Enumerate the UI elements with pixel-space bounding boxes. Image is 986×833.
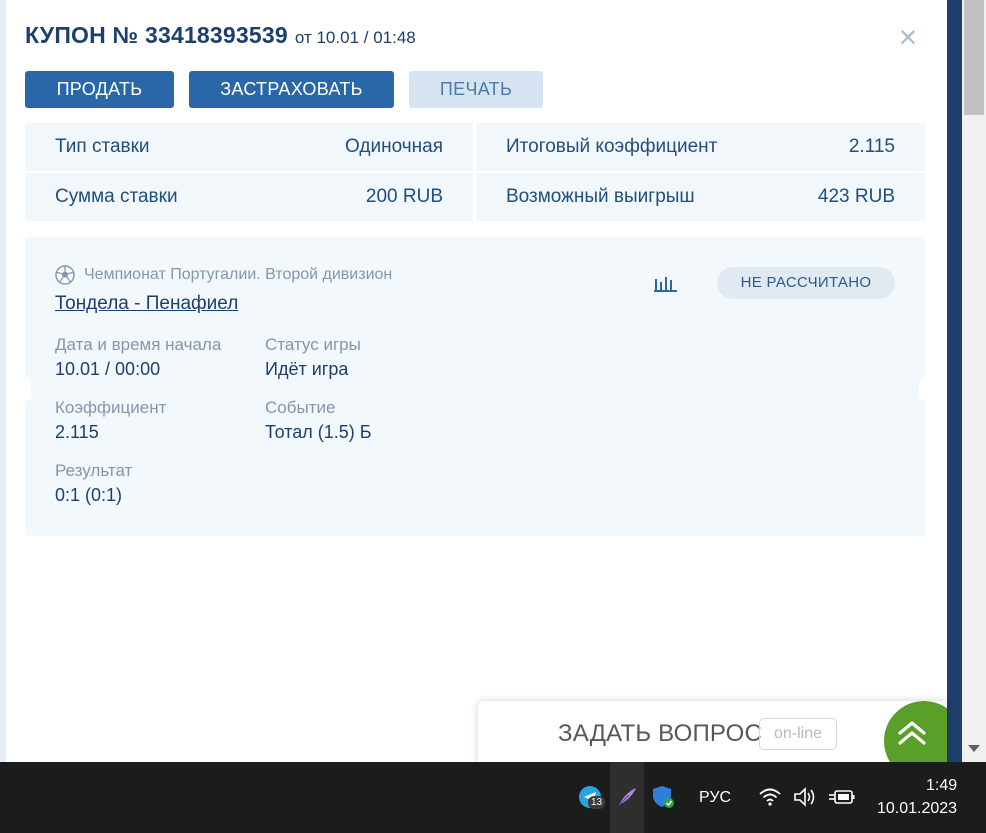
- windows-taskbar: 13 РУС 1:49 10.01.2023: [0, 762, 986, 833]
- print-button[interactable]: ПЕЧАТЬ: [409, 71, 543, 108]
- bet-event-value: Тотал (1.5) Б: [265, 422, 372, 442]
- double-chevron-up-icon: [898, 721, 926, 745]
- total-odds-row: Итоговый коэффициент 2.115: [476, 123, 925, 171]
- coupon-date: от 10.01 / 01:48: [294, 28, 416, 47]
- result-label: Результат: [55, 461, 133, 480]
- telegram-badge: 13: [588, 796, 606, 809]
- clock-date[interactable]: 10.01.2023: [877, 800, 957, 818]
- coupon-title: КУПОН № 33418393539: [25, 22, 288, 48]
- sell-button[interactable]: ПРОДАТЬ: [25, 71, 174, 108]
- stake-row: Сумма ставки 200 RUB: [25, 173, 473, 221]
- possible-win-row: Возможный выигрыш 423 RUB: [476, 173, 925, 221]
- feather-app-icon[interactable]: [615, 785, 639, 809]
- ask-question-widget[interactable]: ЗАДАТЬ ВОПРОС on-line: [478, 701, 947, 762]
- volume-icon[interactable]: [792, 787, 818, 807]
- league-name: Чемпионат Португалии. Второй дивизион: [84, 266, 393, 283]
- total-odds-label: Итоговый коэффициент: [506, 136, 718, 157]
- bet-type-value: Одиночная: [345, 136, 443, 157]
- scroll-top-button[interactable]: [884, 701, 947, 762]
- bet-type-row: Тип ставки Одиночная: [25, 123, 473, 171]
- league-line: Чемпионат Португалии. Второй дивизион: [55, 265, 392, 285]
- possible-win-value: 423 RUB: [817, 186, 895, 207]
- status-badge: НЕ РАССЧИТАНО: [717, 267, 895, 299]
- vertical-scrollbar[interactable]: [962, 0, 986, 762]
- game-status-value: Идёт игра: [265, 359, 349, 379]
- ask-question-label[interactable]: ЗАДАТЬ ВОПРОС: [558, 720, 762, 748]
- scrollbar-thumb[interactable]: [964, 0, 984, 115]
- online-badge: on-line: [759, 718, 837, 750]
- bet-summary: Тип ставки Одиночная Итоговый коэффициен…: [25, 123, 925, 221]
- card-notch-left: [19, 377, 31, 401]
- statistics-icon[interactable]: [653, 273, 679, 293]
- coupon-header: КУПОН № 33418393539 от 10.01 / 01:48: [25, 22, 416, 49]
- coupon-modal: КУПОН № 33418393539 от 10.01 / 01:48 × П…: [6, 0, 947, 762]
- soccer-ball-icon: [55, 265, 75, 285]
- event-card: Чемпионат Португалии. Второй дивизион То…: [19, 237, 931, 536]
- security-shield-icon[interactable]: [651, 784, 677, 810]
- possible-win-label: Возможный выигрыш: [506, 186, 695, 207]
- odds-value: 2.115: [55, 422, 99, 442]
- match-link[interactable]: Тондела - Пенафиел: [55, 293, 238, 315]
- game-status-label: Статус игры: [265, 335, 361, 354]
- insure-button[interactable]: ЗАСТРАХОВАТЬ: [189, 71, 394, 108]
- odds-label: Коэффициент: [55, 398, 167, 417]
- scroll-down-arrow-icon[interactable]: [968, 745, 980, 752]
- start-time-value: 10.01 / 00:00: [55, 359, 161, 379]
- bet-type-label: Тип ставки: [55, 136, 150, 157]
- bet-event-label: Событие: [265, 398, 336, 417]
- card-notch-right: [919, 377, 931, 401]
- stake-label: Сумма ставки: [55, 186, 178, 207]
- result-value: 0:1 (0:1): [55, 485, 123, 505]
- clock-time[interactable]: 1:49: [926, 777, 957, 795]
- close-icon[interactable]: ×: [895, 21, 921, 53]
- start-time-label: Дата и время начала: [55, 335, 222, 354]
- battery-charging-icon[interactable]: [829, 787, 857, 807]
- total-odds-value: 2.115: [848, 136, 895, 157]
- wifi-icon[interactable]: [758, 787, 782, 807]
- language-indicator[interactable]: РУС: [699, 789, 731, 807]
- stake-value: 200 RUB: [365, 186, 443, 207]
